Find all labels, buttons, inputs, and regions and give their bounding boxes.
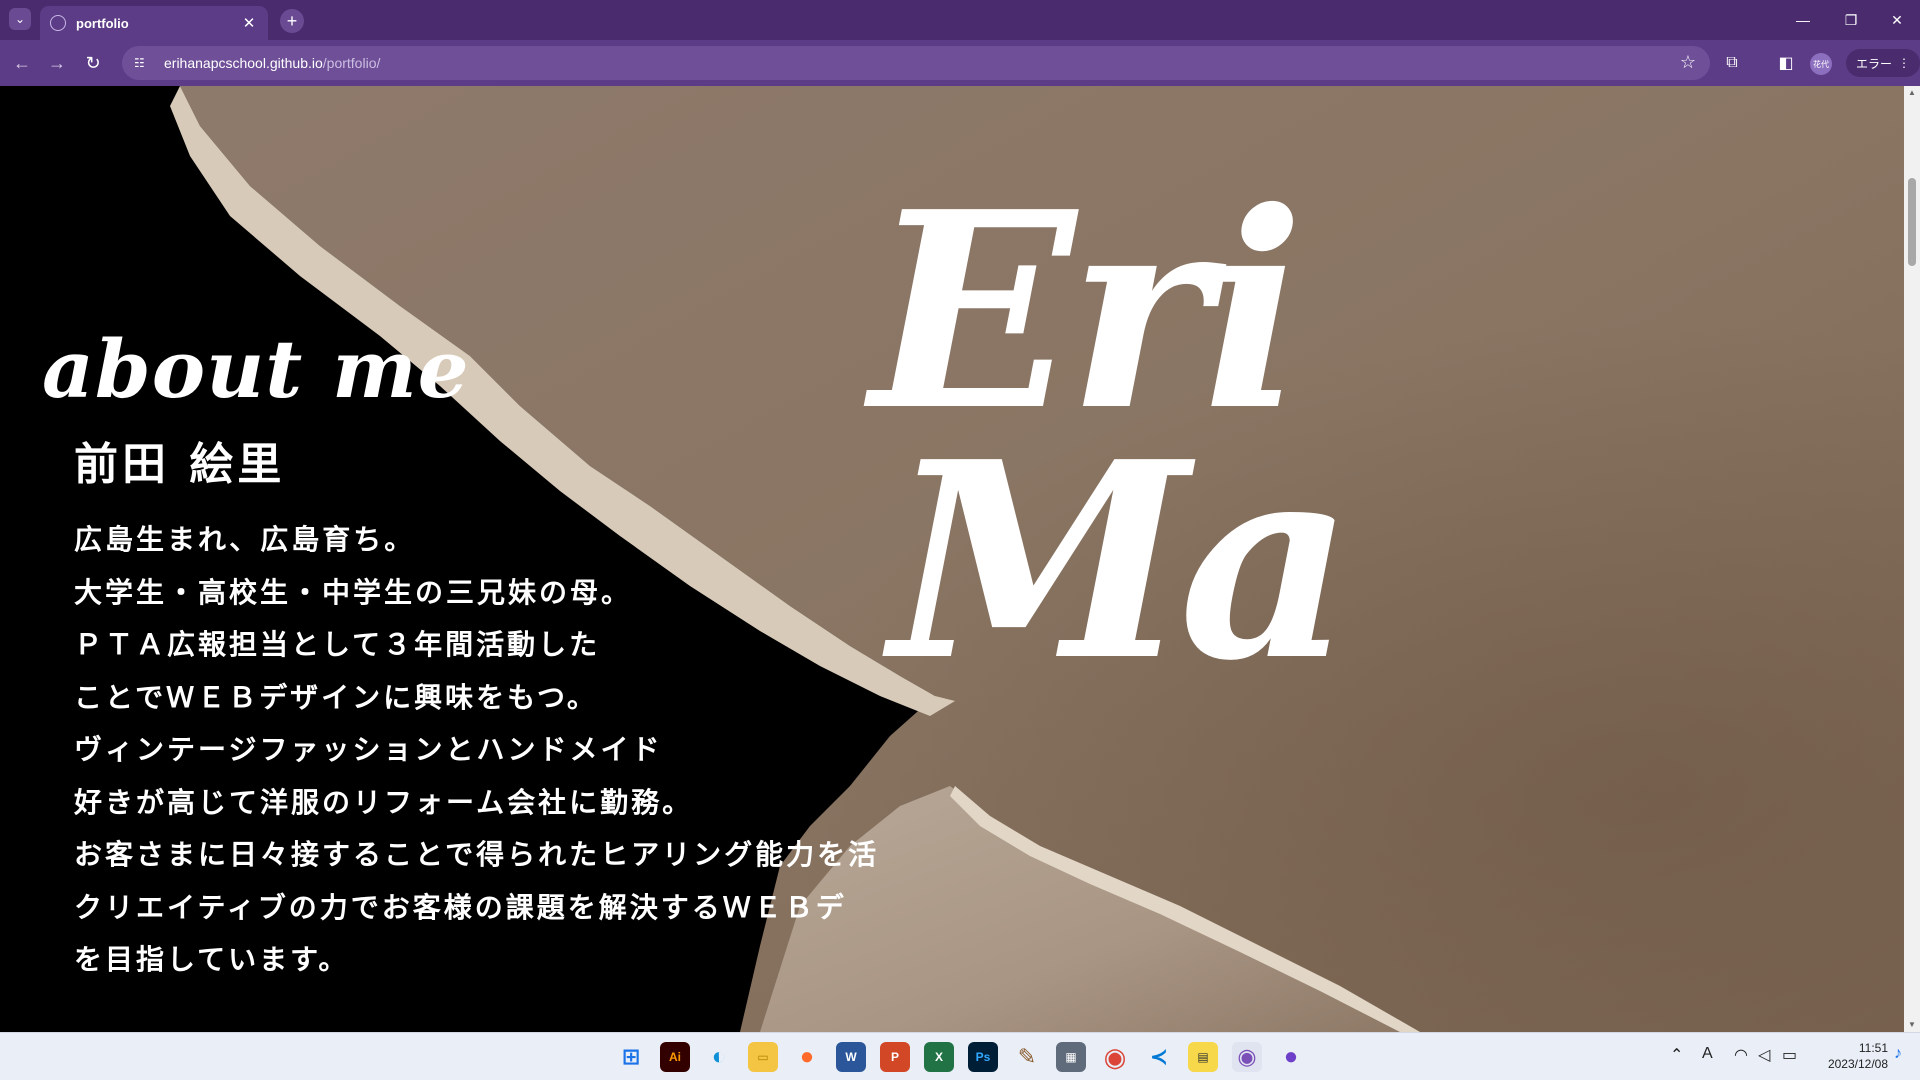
plus-icon: + — [286, 10, 298, 31]
error-label: エラー — [1856, 56, 1893, 71]
scroll-up-icon[interactable]: ▲ — [1904, 86, 1920, 100]
url-path: /portfolio/ — [322, 55, 381, 71]
minimize-icon: — — [1796, 12, 1810, 28]
scroll-down-icon[interactable]: ▼ — [1904, 1018, 1920, 1032]
notification-bell-icon[interactable]: ♪ — [1894, 1045, 1902, 1063]
browser-toolbar: ← → ↻ ☷ erihanapcschool.github.io/portfo… — [0, 40, 1920, 86]
file-explorer-icon[interactable]: ▭ — [748, 1042, 778, 1072]
bio-line: ＰＴＡ広報担当として３年間活動した — [74, 628, 601, 661]
restore-button[interactable]: ❐ — [1836, 8, 1866, 32]
side-panel-button[interactable]: ◧ — [1774, 51, 1798, 75]
tab-title: portfolio — [76, 15, 129, 31]
paint-tool-icon[interactable]: ✎ — [1012, 1042, 1042, 1072]
wifi-icon[interactable]: ◠ — [1734, 1045, 1748, 1065]
restore-icon: ❐ — [1844, 11, 1858, 28]
url-host: erihanapcschool.github.io — [164, 55, 323, 71]
tab-search-button[interactable]: ⌄ — [9, 8, 31, 30]
new-tab-button[interactable]: + — [280, 9, 304, 33]
bio-line: ことでＷＥＢデザインに興味をもつ。 — [74, 680, 598, 714]
ime-icon[interactable]: A — [1702, 1045, 1713, 1063]
windows-start-icon[interactable]: ⊞ — [616, 1042, 646, 1072]
reload-button[interactable]: ↻ — [81, 51, 105, 75]
word-icon[interactable]: W — [836, 1042, 866, 1072]
chrome-profile-icon[interactable]: ◉ — [1232, 1042, 1262, 1072]
sticky-notes-icon[interactable]: ▤ — [1188, 1042, 1218, 1072]
close-icon[interactable]: ✕ — [240, 14, 258, 32]
profile-name: 前田 絵里 — [74, 439, 286, 490]
address-bar[interactable]: ☷ erihanapcschool.github.io/portfolio/ ☆ — [122, 46, 1710, 80]
excel-icon[interactable]: X — [924, 1042, 954, 1072]
bio-line: 好きが高じて洋服のリフォーム会社に勤務。 — [74, 785, 694, 819]
bio-line: クリエイティブの力でお客様の課題を解決するＷＥＢデ — [74, 890, 847, 924]
speaker-muted-icon[interactable]: ◁ — [1758, 1045, 1770, 1065]
close-icon: ✕ — [1891, 11, 1903, 28]
arrow-left-icon: ← — [13, 52, 31, 73]
powerpoint-icon[interactable]: P — [880, 1042, 910, 1072]
chrome-icon[interactable]: ◉ — [1100, 1042, 1130, 1072]
github-desktop-icon[interactable]: ● — [1276, 1042, 1306, 1072]
about-title: about me — [42, 322, 470, 416]
chevron-down-icon: ⌄ — [14, 12, 26, 26]
calculator-icon[interactable]: ▦ — [1056, 1042, 1086, 1072]
vscode-icon[interactable]: ≺ — [1144, 1042, 1174, 1072]
page-viewport: about me 前田 絵里 広島生まれ、広島育ち。 大学生・高校生・中学生の三… — [0, 86, 1904, 1032]
arrow-right-icon: → — [48, 52, 66, 73]
window-close-button[interactable]: ✕ — [1882, 8, 1912, 32]
vertical-scrollbar[interactable]: ▲ ▼ — [1904, 86, 1920, 1032]
globe-icon — [50, 15, 66, 31]
extensions-button[interactable]: ⧉ — [1720, 51, 1744, 75]
clock-date: 2023/12/08 — [1827, 1057, 1888, 1071]
forward-button[interactable]: → — [45, 51, 69, 75]
bookmark-star-icon[interactable]: ☆ — [1680, 52, 1696, 73]
error-menu-button[interactable]: エラー ⋮ — [1846, 49, 1920, 77]
logo-last-name: Ma — [890, 402, 1354, 720]
edge-icon[interactable]: ◐ — [704, 1042, 734, 1072]
scroll-thumb[interactable] — [1908, 178, 1916, 266]
profile-avatar[interactable]: 花代 — [1810, 53, 1832, 75]
site-info-icon[interactable]: ☷ — [134, 56, 154, 70]
reload-icon: ↻ — [85, 52, 101, 73]
system-clock[interactable]: 11:51 2023/12/08 — [1808, 1040, 1888, 1072]
bio-line: 大学生・高校生・中学生の三兄妹の母。 — [74, 575, 633, 609]
bio-line: 広島生まれ、広島育ち。 — [74, 523, 416, 556]
back-button[interactable]: ← — [10, 51, 34, 75]
photoshop-icon[interactable]: Ps — [968, 1042, 998, 1072]
clock-time: 11:51 — [1858, 1041, 1888, 1055]
bio-line: ヴィンテージファッションとハンドメイド — [74, 733, 663, 766]
tab-strip: ⌄ portfolio ✕ + — ❐ ✕ — [0, 0, 1920, 40]
battery-icon[interactable]: ▭ — [1782, 1045, 1797, 1065]
bio-text: 広島生まれ、広島育ち。 大学生・高校生・中学生の三兄妹の母。 ＰＴＡ広報担当とし… — [74, 518, 879, 991]
side-panel-icon: ◧ — [1778, 55, 1794, 72]
minimize-button[interactable]: — — [1788, 8, 1818, 32]
bio-line: お客さまに日々接することで得られたヒアリング能力を活 — [74, 838, 880, 871]
illustrator-icon[interactable]: Ai — [660, 1042, 690, 1072]
bio-line: を目指しています。 — [74, 943, 350, 976]
puzzle-icon: ⧉ — [1726, 54, 1738, 71]
firefox-icon[interactable]: ● — [792, 1042, 822, 1072]
show-hidden-icons-icon[interactable]: ⌃ — [1670, 1045, 1683, 1065]
tab-portfolio[interactable]: portfolio ✕ — [40, 6, 268, 40]
windows-taskbar: ⊞ Ai ◐ ▭ ● W P X Ps ✎ ▦ ◉ ≺ ▤ ◉ ● ⌃ A ◠ … — [0, 1032, 1920, 1080]
more-vertical-icon: ⋮ — [1898, 56, 1910, 70]
